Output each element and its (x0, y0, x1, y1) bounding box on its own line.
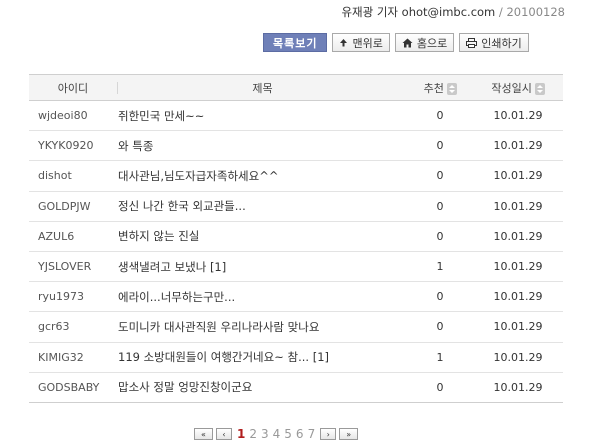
page-link[interactable]: 5 (282, 427, 294, 441)
row-user-id: YJSLOVER (38, 260, 92, 274)
row-title-link[interactable]: 대사관님,님도자급자족하세요^^ (117, 168, 407, 184)
row-recommend-count: 0 (436, 380, 444, 394)
header-recommend-label: 추천 (423, 81, 444, 95)
header-title: 제목 (118, 80, 407, 96)
byline: 유재광 기자 ohot@imbc.com / 20100128 (341, 4, 565, 20)
sort-icon[interactable] (446, 82, 457, 95)
print-button[interactable]: 인쇄하기 (459, 33, 529, 52)
table-row: wjdeoi80 쥐한민국 만세~~ 0 10.01.29 (29, 101, 563, 132)
row-title-link[interactable]: 에라이...너무하는구만... (117, 289, 407, 305)
back-to-top-label: 맨위로 (352, 36, 383, 50)
page-link[interactable]: 7 (306, 427, 318, 441)
row-user-id: GOLDPJW (38, 199, 91, 213)
table-header: 아이디 제목 추천 작성일시 (29, 74, 563, 101)
table-body: wjdeoi80 쥐한민국 만세~~ 0 10.01.29 YKYK0920 와 특종 0 1… (29, 101, 563, 403)
row-user-id: GODSBABY (38, 380, 100, 394)
row-title-link[interactable]: 도미니카 대사관직원 우리나라사람 맞나요 (117, 319, 407, 335)
arrow-up-icon (339, 38, 348, 47)
row-recommend-count: 0 (436, 199, 444, 213)
header-id: 아이디 (29, 80, 117, 96)
home-button[interactable]: 홈으로 (394, 33, 455, 52)
comment-board: 아이디 제목 추천 작성일시 wjdeoi80 쥐한민국 만세~~ 0 10.01.2… (29, 74, 563, 403)
table-row: YKYK0920 와 특종 0 10.01.29 (29, 131, 563, 162)
row-title-link[interactable]: 맙소사 정말 엉망진창이군요 (117, 379, 407, 395)
page-link[interactable]: 2 (247, 427, 259, 441)
table-row: YJSLOVER 생색낼려고 보냈나 [1] 1 10.01.29 (29, 252, 563, 283)
back-to-top-button[interactable]: 맨위로 (332, 33, 390, 52)
page-link[interactable]: 3 (259, 427, 271, 441)
row-recommend-count: 1 (436, 350, 444, 364)
row-user-id: wjdeoi80 (38, 109, 88, 123)
table-row: GODSBABY 맙소사 정말 엉망진창이군요 0 10.01.29 (29, 373, 563, 403)
row-user-id: dishot (38, 169, 72, 183)
last-page-button[interactable]: » (339, 428, 359, 440)
home-label: 홈으로 (416, 36, 448, 50)
row-user-id: gcr63 (38, 320, 70, 334)
prev-page-button[interactable]: ‹ (216, 428, 232, 440)
header-recommend[interactable]: 추천 (407, 80, 473, 96)
first-page-button[interactable]: « (194, 428, 213, 440)
header-id-label: 아이디 (57, 81, 89, 95)
row-recommend-count: 0 (436, 290, 444, 304)
page-link[interactable]: 4 (271, 427, 283, 441)
header-title-label: 제목 (252, 81, 273, 95)
row-recommend-count: 0 (436, 169, 444, 183)
row-date: 10.01.29 (493, 320, 543, 334)
row-date: 10.01.29 (493, 350, 543, 364)
row-date: 10.01.29 (493, 229, 543, 243)
table-row: dishot 대사관님,님도자급자족하세요^^ 0 10.01.29 (29, 161, 563, 192)
article-date: 20100128 (506, 5, 565, 19)
row-date: 10.01.29 (493, 199, 543, 213)
byline-separator: / (495, 5, 507, 19)
row-user-id: KIMIG32 (38, 350, 84, 364)
table-row: KIMIG32 119 소방대원들이 여행간거네요~ 참... [1] 1 10.01… (29, 343, 563, 373)
sort-icon[interactable] (534, 82, 545, 95)
row-title-link[interactable]: 변하지 않는 진실 (117, 228, 407, 244)
printer-icon (466, 37, 478, 48)
row-user-id: YKYK0920 (38, 139, 94, 153)
row-recommend-count: 1 (436, 260, 444, 274)
table-row: gcr63 도미니카 대사관직원 우리나라사람 맞나요 0 10.01.29 (29, 312, 563, 343)
list-view-button[interactable]: 목록보기 (263, 33, 328, 52)
row-recommend-count: 0 (436, 139, 444, 153)
header-date-label: 작성일시 (491, 81, 532, 95)
row-title-link[interactable]: 와 특종 (117, 138, 407, 154)
print-label: 인쇄하기 (481, 36, 522, 50)
row-recommend-count: 0 (436, 320, 444, 334)
row-date: 10.01.29 (493, 139, 543, 153)
row-date: 10.01.29 (493, 109, 543, 123)
page-numbers: 1234567 (235, 427, 317, 441)
row-title-link[interactable]: 쥐한민국 만세~~ (117, 108, 407, 124)
next-page-button[interactable]: › (320, 428, 337, 440)
page-link[interactable]: 6 (294, 427, 306, 441)
table-row: GOLDPJW 정신 나간 한국 외교관들... 0 10.01.29 (29, 192, 563, 222)
row-date: 10.01.29 (493, 380, 543, 394)
pagination: « ‹ 1234567 › » (194, 427, 359, 441)
home-icon (402, 38, 413, 48)
header-date[interactable]: 작성일시 (473, 80, 563, 96)
row-date: 10.01.29 (493, 290, 543, 304)
author-email: ohot@imbc.com (401, 5, 496, 19)
author-name: 유재광 기자 (341, 5, 398, 19)
row-title-link[interactable]: 생색낼려고 보냈나 [1] (117, 259, 407, 275)
row-title-link[interactable]: 119 소방대원들이 여행간거네요~ 참... [1] (117, 349, 407, 365)
row-user-id: AZUL6 (38, 229, 75, 243)
row-date: 10.01.29 (493, 260, 543, 274)
table-row: AZUL6 변하지 않는 진실 0 10.01.29 (29, 222, 563, 252)
row-recommend-count: 0 (436, 229, 444, 243)
row-user-id: ryu1973 (38, 290, 84, 304)
row-date: 10.01.29 (493, 169, 543, 183)
table-row: ryu1973 에라이...너무하는구만... 0 10.01.29 (29, 282, 563, 313)
toolbar: 목록보기 맨위로 홈으로 인쇄하기 (263, 33, 529, 52)
row-title-link[interactable]: 정신 나간 한국 외교관들... (117, 198, 407, 214)
row-recommend-count: 0 (436, 109, 444, 123)
page-link-current[interactable]: 1 (235, 427, 247, 441)
